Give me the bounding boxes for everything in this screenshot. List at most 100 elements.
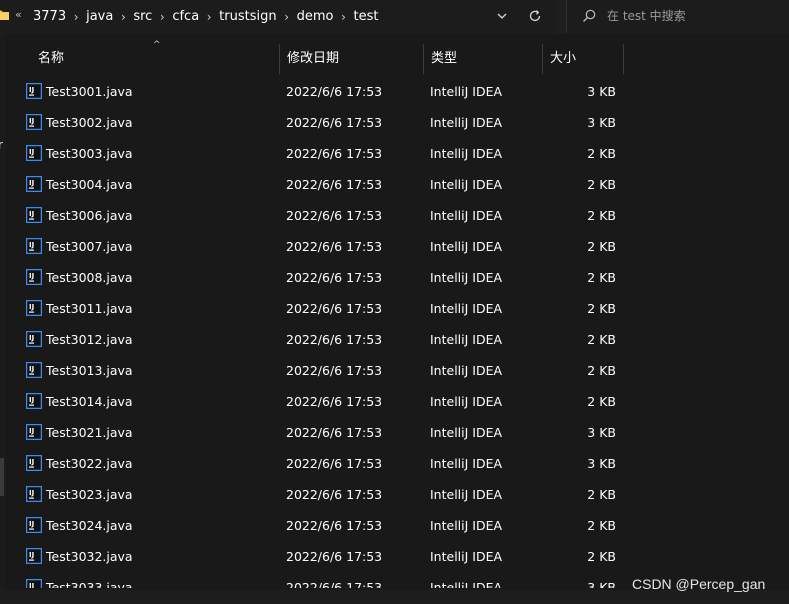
file-row[interactable]: IJ Test3022.java 2022/6/6 17:53 IntelliJ ID…	[6, 448, 789, 479]
file-icon-glyph: IJ	[29, 148, 34, 156]
intellij-java-file-icon: IJ	[26, 424, 42, 440]
breadcrumb-item[interactable]: java	[86, 9, 113, 24]
address-bar[interactable]: « 3773 › java › src › cfca › trustsign › demo › test	[0, 0, 556, 33]
file-size: 2 KB	[587, 394, 616, 409]
intellij-java-file-icon: IJ	[26, 362, 42, 378]
file-row[interactable]: IJ Test3023.java 2022/6/6 17:53 IntelliJ ID…	[6, 479, 789, 510]
refresh-icon[interactable]	[527, 8, 543, 24]
file-size: 2 KB	[587, 239, 616, 254]
file-date-modified: 2022/6/6 17:53	[286, 518, 383, 533]
file-row[interactable]: IJ Test3007.java 2022/6/6 17:53 IntelliJ ID…	[6, 231, 789, 262]
breadcrumb-item[interactable]: demo	[297, 9, 334, 24]
breadcrumb-item[interactable]: src	[133, 9, 152, 24]
breadcrumb-separator-icon[interactable]: ›	[199, 10, 219, 24]
file-icon-glyph: IJ	[29, 303, 34, 311]
breadcrumb-item[interactable]: 3773	[33, 9, 66, 24]
column-header-type[interactable]: 类型	[424, 44, 543, 74]
intellij-java-file-icon: IJ	[26, 579, 42, 588]
file-type: IntelliJ IDEA	[430, 84, 503, 99]
breadcrumb-item[interactable]: cfca	[172, 9, 199, 24]
file-icon-glyph: IJ	[29, 334, 34, 342]
file-explorer-window: « 3773 › java › src › cfca › trustsign › demo › test…	[0, 0, 789, 604]
file-size: 3 KB	[587, 580, 616, 588]
column-header-size[interactable]: 大小	[543, 44, 624, 74]
breadcrumb-separator-icon[interactable]: ›	[152, 10, 172, 24]
file-size: 2 KB	[587, 208, 616, 223]
intellij-java-file-icon: IJ	[26, 114, 42, 130]
file-row[interactable]: IJ Test3011.java 2022/6/6 17:53 IntelliJ ID…	[6, 293, 789, 324]
horizontal-scrollbar[interactable]	[0, 590, 789, 604]
file-name: Test3001.java	[46, 84, 133, 99]
intellij-java-file-icon: IJ	[26, 145, 42, 161]
file-type: IntelliJ IDEA	[430, 208, 503, 223]
file-date-modified: 2022/6/6 17:53	[286, 549, 383, 564]
file-icon-glyph: IJ	[29, 365, 34, 373]
intellij-java-file-icon: IJ	[26, 393, 42, 409]
file-row[interactable]: IJ Test3014.java 2022/6/6 17:53 IntelliJ ID…	[6, 386, 789, 417]
file-type: IntelliJ IDEA	[430, 487, 503, 502]
column-header-name[interactable]: 名称	[31, 44, 280, 74]
file-type: IntelliJ IDEA	[430, 363, 503, 378]
file-date-modified: 2022/6/6 17:53	[286, 84, 383, 99]
file-name: Test3007.java	[46, 239, 133, 254]
file-date-modified: 2022/6/6 17:53	[286, 270, 383, 285]
file-row[interactable]: IJ Test3006.java 2022/6/6 17:53 IntelliJ ID…	[6, 200, 789, 231]
file-type: IntelliJ IDEA	[430, 146, 503, 161]
file-name: Test3011.java	[46, 301, 133, 316]
breadcrumb-overflow-icon[interactable]: «	[15, 8, 22, 21]
search-input[interactable]	[607, 6, 777, 26]
file-row[interactable]: IJ Test3003.java 2022/6/6 17:53 IntelliJ ID…	[6, 138, 789, 169]
file-row[interactable]: IJ Test3002.java 2022/6/6 17:53 IntelliJ ID…	[6, 107, 789, 138]
file-date-modified: 2022/6/6 17:53	[286, 456, 383, 471]
file-type: IntelliJ IDEA	[430, 301, 503, 316]
search-box[interactable]	[566, 0, 789, 33]
file-icon-glyph: IJ	[29, 117, 34, 125]
address-history-chevron-down-icon[interactable]	[494, 8, 510, 24]
file-size: 3 KB	[587, 84, 616, 99]
file-date-modified: 2022/6/6 17:53	[286, 487, 383, 502]
intellij-java-file-icon: IJ	[26, 269, 42, 285]
breadcrumb-separator-icon[interactable]: ›	[277, 10, 297, 24]
breadcrumb-item[interactable]: test	[353, 9, 378, 24]
file-size: 2 KB	[587, 487, 616, 502]
file-size: 2 KB	[587, 270, 616, 285]
file-size: 2 KB	[587, 363, 616, 378]
breadcrumb: 3773 › java › src › cfca › trustsign › demo › test	[33, 0, 378, 33]
file-name: Test3013.java	[46, 363, 133, 378]
file-icon-glyph: IJ	[29, 551, 34, 559]
breadcrumb-separator-icon[interactable]: ›	[333, 10, 353, 24]
file-icon-glyph: IJ	[29, 86, 34, 94]
file-row[interactable]: IJ Test3004.java 2022/6/6 17:53 IntelliJ ID…	[6, 169, 789, 200]
file-name: Test3014.java	[46, 394, 133, 409]
file-row[interactable]: IJ Test3024.java 2022/6/6 17:53 IntelliJ ID…	[6, 510, 789, 541]
file-row[interactable]: IJ Test3012.java 2022/6/6 17:53 IntelliJ ID…	[6, 324, 789, 355]
file-row[interactable]: IJ Test3001.java 2022/6/6 17:53 IntelliJ ID…	[6, 76, 789, 107]
file-type: IntelliJ IDEA	[430, 115, 503, 130]
file-row[interactable]: IJ Test3008.java 2022/6/6 17:53 IntelliJ ID…	[6, 262, 789, 293]
file-name: Test3021.java	[46, 425, 133, 440]
file-size: 2 KB	[587, 177, 616, 192]
file-date-modified: 2022/6/6 17:53	[286, 425, 383, 440]
file-icon-glyph: IJ	[29, 210, 34, 218]
watermark: CSDN @Percep_gan	[632, 576, 766, 592]
intellij-java-file-icon: IJ	[26, 238, 42, 254]
file-name: Test3022.java	[46, 456, 133, 471]
file-list[interactable]: IJ Test3001.java 2022/6/6 17:53 IntelliJ ID…	[6, 76, 789, 588]
nav-item-fragment[interactable]: r	[0, 138, 3, 152]
file-type: IntelliJ IDEA	[430, 549, 503, 564]
breadcrumb-separator-icon[interactable]: ›	[66, 10, 86, 24]
breadcrumb-separator-icon[interactable]: ›	[113, 10, 133, 24]
file-row[interactable]: IJ Test3013.java 2022/6/6 17:53 IntelliJ ID…	[6, 355, 789, 386]
column-header-date-modified[interactable]: 修改日期	[280, 44, 424, 74]
breadcrumb-item[interactable]: trustsign	[219, 9, 276, 24]
file-icon-glyph: IJ	[29, 427, 34, 435]
file-size: 2 KB	[587, 518, 616, 533]
nav-scrollbar-thumb[interactable]	[0, 458, 4, 496]
intellij-java-file-icon: IJ	[26, 517, 42, 533]
file-row[interactable]: IJ Test3032.java 2022/6/6 17:53 IntelliJ ID…	[6, 541, 789, 572]
file-type: IntelliJ IDEA	[430, 239, 503, 254]
intellij-java-file-icon: IJ	[26, 455, 42, 471]
file-row[interactable]: IJ Test3021.java 2022/6/6 17:53 IntelliJ ID…	[6, 417, 789, 448]
intellij-java-file-icon: IJ	[26, 548, 42, 564]
file-type: IntelliJ IDEA	[430, 394, 503, 409]
